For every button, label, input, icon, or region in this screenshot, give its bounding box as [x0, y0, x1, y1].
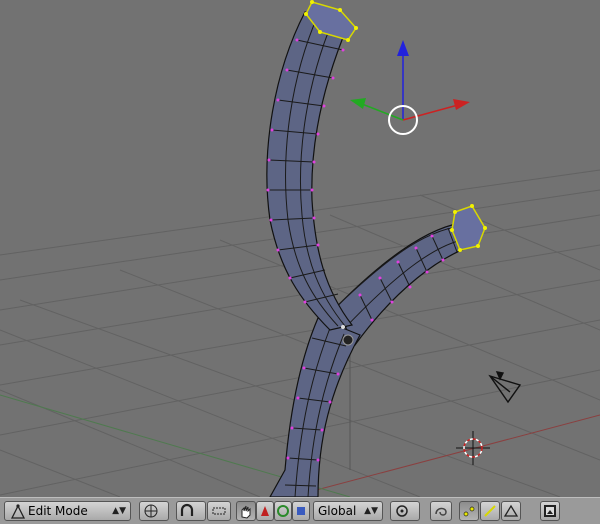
snap-magnet-icon: [180, 503, 194, 516]
orientation-selector[interactable]: Global ▲▼: [313, 501, 383, 521]
mode-label: Edit Mode: [28, 504, 88, 518]
translate-icon: [261, 506, 269, 516]
vertex-select-mode[interactable]: [459, 501, 479, 521]
render-icon: [544, 505, 556, 517]
x-axis-line: [289, 414, 600, 497]
camera-object[interactable]: [488, 371, 522, 404]
mode-dropdown-arrow: ▲▼: [112, 506, 126, 516]
rotate-button[interactable]: [274, 501, 292, 521]
occlude-geometry-button[interactable]: [430, 501, 452, 521]
orientation-dropdown-arrow: ▲▼: [364, 506, 378, 516]
y-axis-arrow: [350, 98, 366, 109]
3d-viewport[interactable]: [0, 0, 600, 497]
object-origin[interactable]: [342, 334, 354, 346]
hand-grab-icon: [241, 505, 251, 519]
3d-view-header: Edit Mode ▲▼ Global ▲▼: [0, 497, 600, 524]
edge-select-mode[interactable]: [480, 501, 500, 521]
edge-select-icon: [484, 505, 496, 517]
vertex-select-icon: [463, 506, 475, 517]
pivot-selector[interactable]: [390, 501, 420, 521]
3d-cursor[interactable]: [456, 431, 490, 465]
manipulator-toggle[interactable]: [236, 501, 256, 521]
face-select-mode[interactable]: [501, 501, 521, 521]
median-point: [341, 325, 345, 329]
x-axis-arrow: [453, 99, 470, 110]
rotate-icon: [277, 505, 289, 517]
orientation-label: Global: [318, 504, 357, 518]
pivot-icon: [396, 505, 408, 517]
z-axis-arrow: [397, 40, 409, 56]
viewport-shading-button[interactable]: [139, 501, 169, 521]
mode-selector[interactable]: Edit Mode ▲▼: [4, 501, 131, 521]
snap-button[interactable]: [176, 501, 206, 521]
scale-icon: [297, 507, 305, 515]
viewport-shading-icon: [144, 504, 158, 518]
face-select-icon: [503, 504, 519, 517]
scale-button[interactable]: [292, 501, 310, 521]
render-button[interactable]: [540, 501, 560, 521]
proportional-edit-button[interactable]: [207, 501, 231, 521]
occlude-icon: [435, 507, 447, 516]
edit-mesh-icon: [10, 504, 26, 519]
proportional-icon: [212, 507, 226, 515]
transform-manipulator[interactable]: [350, 40, 470, 135]
viewport-canvas[interactable]: [0, 0, 600, 497]
translate-button[interactable]: [256, 501, 274, 521]
